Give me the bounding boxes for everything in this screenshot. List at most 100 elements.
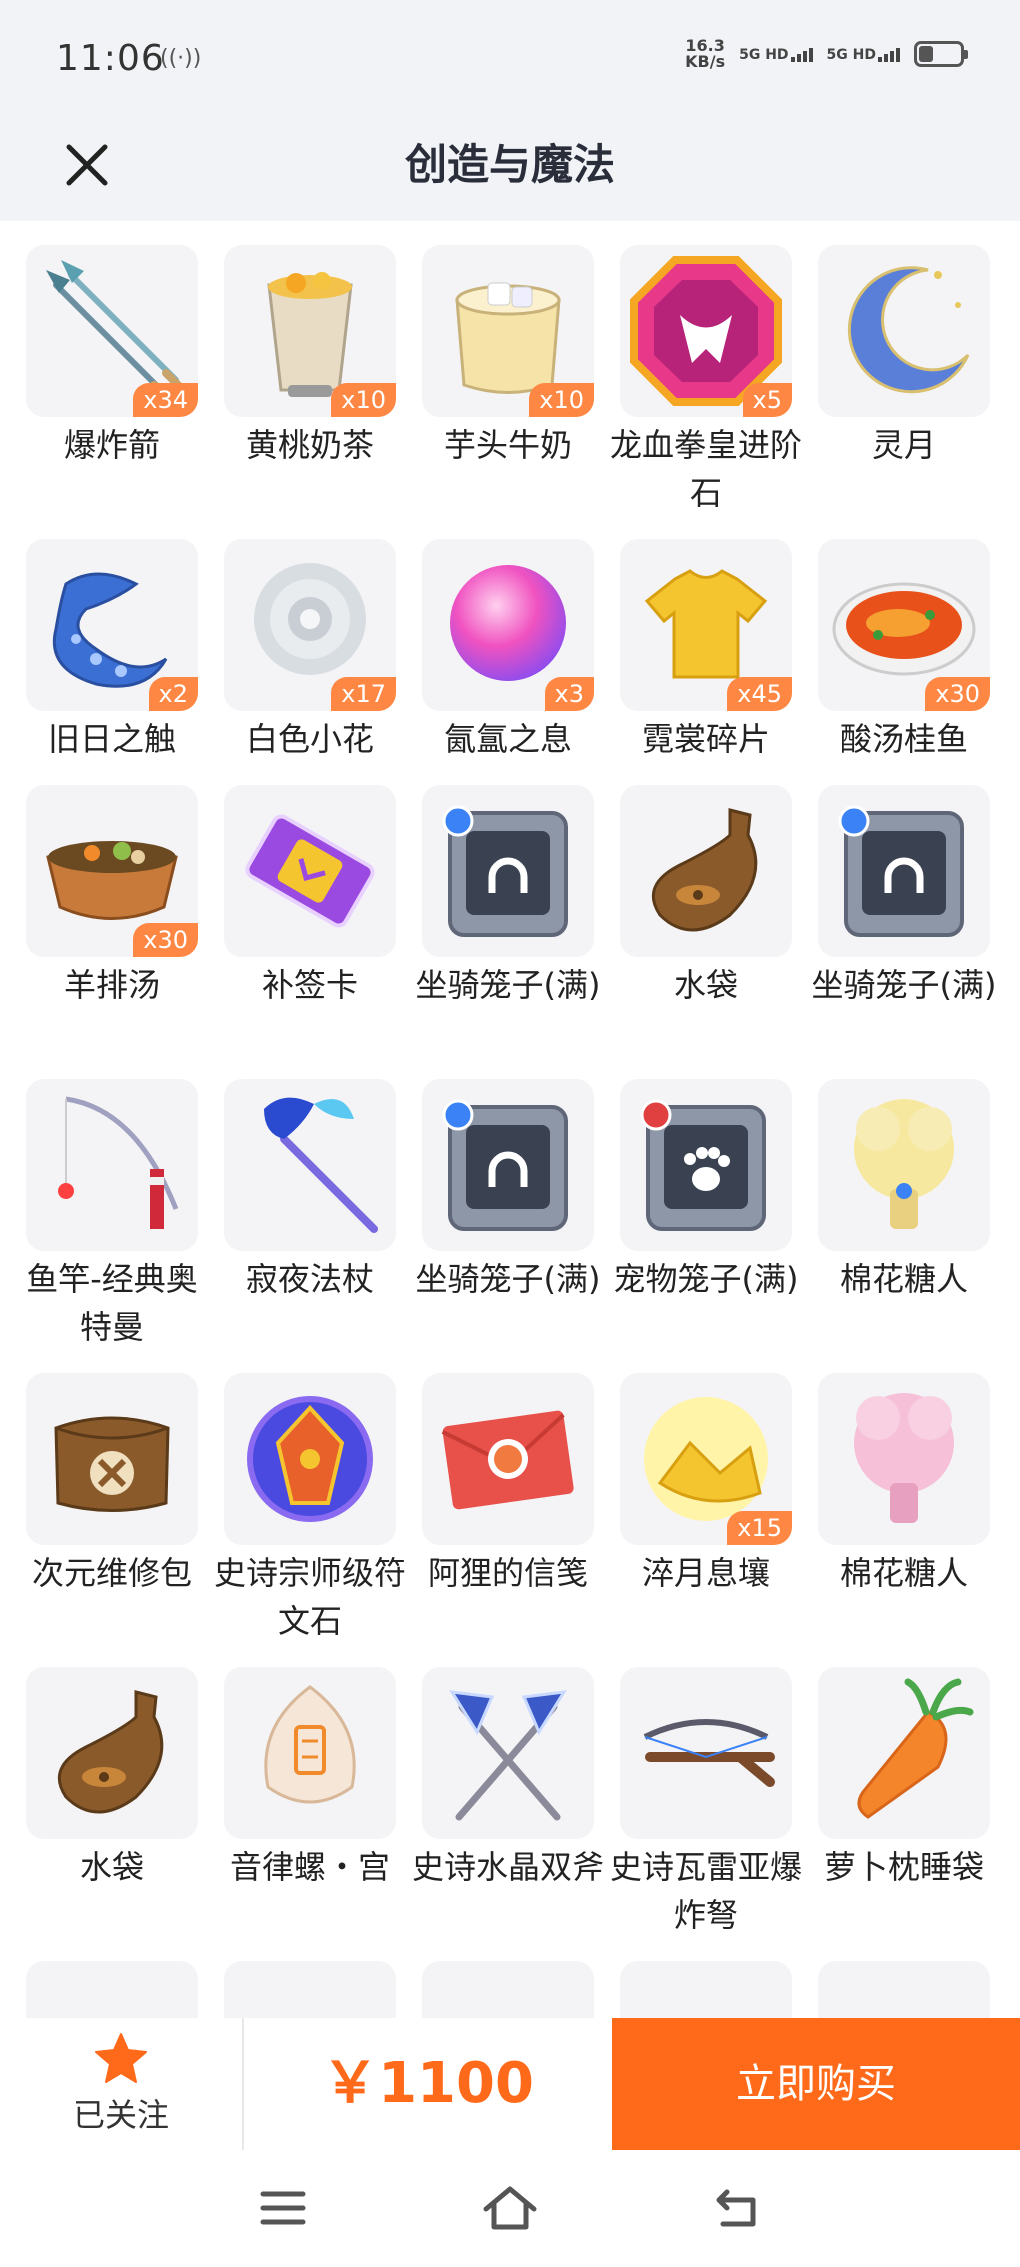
hotspot-icon: ((·)) — [160, 46, 202, 71]
item-card[interactable]: x17 白色小花 — [211, 539, 409, 763]
double-axe-icon — [422, 1667, 594, 1839]
bottom-action-bar: 已关注 ￥1100 立即购买 — [0, 2018, 1020, 2150]
sign-card-icon — [224, 785, 396, 957]
item-name: 水袋 — [673, 966, 738, 1004]
item-name: 补签卡 — [261, 966, 358, 1004]
item-card[interactable]: x10 黄桃奶茶 — [211, 245, 409, 469]
item-name: 白色小花 — [245, 720, 374, 758]
item-card[interactable]: 坐骑笼子(满) — [409, 785, 607, 1009]
item-card[interactable]: x34 爆炸箭 — [13, 245, 211, 469]
peach-milk-tea-icon: x10 — [224, 245, 396, 417]
item-card[interactable]: x15 淬月息壤 — [607, 1373, 805, 1597]
item-card[interactable]: x5 龙血拳皇进阶石 — [607, 245, 805, 517]
item-card[interactable]: 水袋 — [13, 1667, 211, 1891]
item-card[interactable]: 坐骑笼子(满) — [409, 1079, 607, 1303]
item-card[interactable]: 棉花糖人 — [805, 1373, 1003, 1597]
pet-cage-icon — [620, 1079, 792, 1251]
sim2-label: 5G HD — [826, 47, 876, 63]
fishing-rod-icon — [26, 1079, 198, 1251]
mount-cage-icon — [422, 785, 594, 957]
back-button[interactable] — [697, 2178, 777, 2238]
conch-icon — [224, 1667, 396, 1839]
taro-milk-icon: x10 — [422, 245, 594, 417]
water-bag-icon — [26, 1667, 198, 1839]
gold-soil-icon: x15 — [620, 1373, 792, 1545]
item-name: 史诗瓦雷亚爆炸弩 — [609, 1848, 802, 1934]
buy-now-button[interactable]: 立即购买 — [612, 2018, 1020, 2150]
item-card[interactable] — [607, 1961, 805, 2018]
item-card[interactable]: 史诗水晶双斧 — [409, 1667, 607, 1891]
item-card[interactable]: x2 旧日之触 — [13, 539, 211, 763]
water-bag-icon — [620, 785, 792, 957]
page-title: 创造与魔法 — [404, 140, 615, 189]
follow-button[interactable]: 已关注 — [0, 2018, 242, 2150]
rune-stone-icon — [224, 1373, 396, 1545]
item-name: 龙血拳皇进阶石 — [609, 426, 802, 512]
item-thumbnail — [422, 1961, 594, 2018]
item-card[interactable]: 坐骑笼子(满) — [805, 785, 1003, 1009]
item-card[interactable]: 鱼竿-经典奥特曼 — [13, 1079, 211, 1351]
yellow-cotton-creature-icon — [818, 1079, 990, 1251]
item-name: 黄桃奶茶 — [245, 426, 374, 464]
item-thumbnail — [620, 1961, 792, 2018]
item-card[interactable]: 史诗瓦雷亚爆炸弩 — [607, 1667, 805, 1939]
signal-icon — [878, 46, 900, 62]
home-icon — [483, 2186, 537, 2230]
menu-icon — [260, 2191, 306, 2225]
item-card[interactable]: 水袋 — [607, 785, 805, 1009]
item-card[interactable]: x10 芋头牛奶 — [409, 245, 607, 469]
item-card[interactable]: 萝卜枕睡袋 — [805, 1667, 1003, 1891]
crossbow-icon — [620, 1667, 792, 1839]
battery-icon — [914, 41, 968, 67]
item-grid: x34 爆炸箭 x10 黄桃奶茶 x10 芋头牛奶 x5 龙血拳皇进阶石 灵月 … — [0, 221, 1020, 2018]
network-speed: 16.3 KB/s — [685, 38, 725, 70]
status-bar: 11:06 ((·)) 16.3 KB/s 5G HD 5G HD — [0, 0, 1020, 115]
price: ￥1100 — [322, 2051, 534, 2116]
header: 创造与魔法 — [0, 115, 1020, 221]
item-count-badge: x30 — [925, 677, 990, 711]
home-button[interactable] — [470, 2178, 550, 2238]
item-count-badge: x15 — [727, 1511, 792, 1545]
item-name: 淬月息壤 — [641, 1554, 770, 1592]
item-name: 坐骑笼子(满) — [811, 966, 997, 1004]
back-icon — [716, 2189, 756, 2227]
item-card[interactable]: x30 羊排汤 — [13, 785, 211, 1009]
item-name: 音律螺・宫 — [229, 1848, 390, 1886]
item-card[interactable]: 宠物笼子(满) — [607, 1079, 805, 1303]
item-card[interactable]: x30 酸汤桂鱼 — [805, 539, 1003, 763]
item-card[interactable]: 音律螺・宫 — [211, 1667, 409, 1891]
item-card[interactable]: 补签卡 — [211, 785, 409, 1009]
item-card[interactable]: x3 氤氲之息 — [409, 539, 607, 763]
item-card[interactable]: x45 霓裳碎片 — [607, 539, 805, 763]
item-name: 史诗宗师级符文石 — [213, 1554, 406, 1640]
crescent-moon-icon — [818, 245, 990, 417]
white-flower-icon: x17 — [224, 539, 396, 711]
item-count-badge: x5 — [742, 383, 792, 417]
item-card[interactable]: 棉花糖人 — [805, 1079, 1003, 1303]
menu-button[interactable] — [243, 2178, 323, 2238]
status-time: 11:06 — [56, 38, 165, 79]
item-count-badge: x30 — [133, 923, 198, 957]
repair-bag-icon — [26, 1373, 198, 1545]
item-card[interactable] — [211, 1961, 409, 2018]
item-card[interactable] — [409, 1961, 607, 2018]
item-count-badge: x10 — [529, 383, 594, 417]
item-name: 爆炸箭 — [63, 426, 160, 464]
item-name: 氤氲之息 — [443, 720, 572, 758]
item-card[interactable]: 史诗宗师级符文石 — [211, 1373, 409, 1645]
item-card[interactable]: 寂夜法杖 — [211, 1079, 409, 1303]
letter-icon — [422, 1373, 594, 1545]
item-card[interactable]: 阿狸的信笺 — [409, 1373, 607, 1597]
item-count-badge: x45 — [727, 677, 792, 711]
item-name: 史诗水晶双斧 — [411, 1848, 604, 1886]
star-icon — [95, 2033, 147, 2083]
item-thumbnail — [224, 1961, 396, 2018]
tentacle-icon: x2 — [26, 539, 198, 711]
item-card[interactable] — [13, 1961, 211, 2018]
item-name: 棉花糖人 — [839, 1260, 968, 1298]
item-card[interactable]: 灵月 — [805, 245, 1003, 469]
item-card[interactable] — [805, 1961, 1003, 2018]
item-name: 水袋 — [79, 1848, 144, 1886]
item-card[interactable]: 次元维修包 — [13, 1373, 211, 1597]
item-count-badge: x34 — [133, 383, 198, 417]
